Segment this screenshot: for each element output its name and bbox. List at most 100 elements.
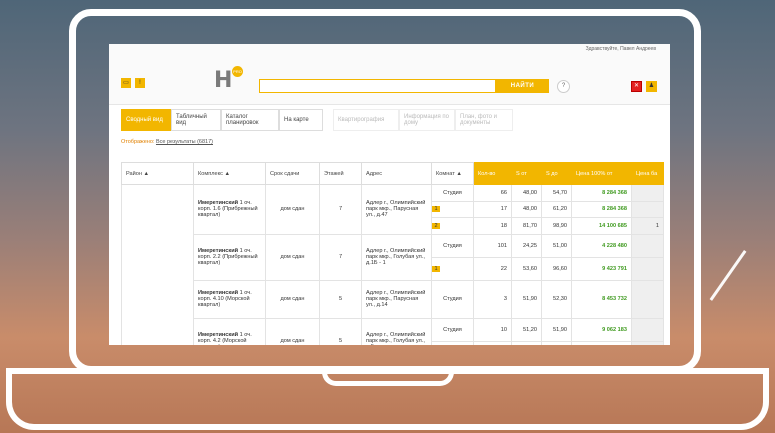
tab-table[interactable]: Табличный вид — [171, 109, 221, 131]
price-cell: 13 254 268 — [571, 340, 632, 345]
base-price-cell — [631, 279, 664, 319]
complex-cell[interactable]: Имеретинский 1 оч. корп. 1.6 (Прибрежный… — [193, 184, 266, 235]
s-from-cell: 53,60 — [511, 256, 542, 281]
top-bar: Здравствуйте, Павел Андреев ▭ ! H PRO НА… — [109, 44, 670, 105]
floors-cell: 5 — [319, 317, 362, 345]
decorative-line — [709, 250, 747, 301]
view-tabs: Сводный вид Табличный вид Каталог планир… — [121, 109, 513, 131]
close-icon[interactable]: ✕ — [631, 81, 642, 92]
s-from-cell: 48,00 — [511, 200, 542, 219]
help-icon[interactable]: ? — [557, 80, 570, 93]
floors-cell: 7 — [319, 184, 362, 235]
deadline-cell: дом сдан — [265, 233, 320, 281]
count-cell: 22 — [473, 256, 512, 281]
s-from-cell: 51,90 — [511, 279, 542, 319]
count-cell: 17 — [473, 200, 512, 219]
price-cell: 8 453 732 — [571, 279, 632, 319]
col-price-base[interactable]: Цена ба — [631, 162, 664, 185]
tab-map[interactable]: На карте — [279, 109, 323, 131]
col-deadline[interactable]: Срок сдачи — [265, 162, 320, 185]
s-to-cell: 98,90 — [541, 217, 572, 235]
s-from-cell: 51,20 — [511, 317, 542, 342]
complex-cell[interactable]: Имеретинский 1 оч. корп. 2.2 (Прибрежный… — [193, 233, 266, 281]
laptop-screen: Здравствуйте, Павел Андреев ▭ ! H PRO НА… — [109, 44, 670, 345]
table-row[interactable]: Имеретинский 1 оч. корп. 4.10 (Морской к… — [122, 279, 664, 319]
col-price-full[interactable]: Цена 100% от — [571, 162, 632, 185]
address-cell: Адлер г., Олимпийский парк мкр., Голубая… — [361, 317, 432, 345]
logo-badge: PRO — [232, 66, 243, 77]
tab-catalog[interactable]: Каталог планировок — [221, 109, 279, 131]
count-cell: 2 — [473, 340, 512, 345]
laptop-hinge — [322, 372, 454, 386]
base-price-cell: 1 — [631, 217, 664, 235]
deadline-cell: дом сдан — [265, 184, 320, 235]
table-row[interactable]: Имеретинский 1 оч. корп. 2.2 (Прибрежный… — [122, 233, 664, 281]
base-price-cell: 1 — [631, 340, 664, 345]
tab-apartments[interactable]: Квартирография — [333, 109, 399, 131]
rooms-tag[interactable]: 2 — [432, 223, 440, 230]
base-price-cell — [631, 317, 664, 342]
tab-summary[interactable]: Сводный вид — [121, 109, 171, 131]
user-icon[interactable]: ♟ — [646, 81, 657, 92]
district-cell — [121, 184, 194, 345]
shown-results: Отображено: Все результаты (6817) — [121, 139, 213, 145]
s-from-cell: 72,40 — [511, 340, 542, 345]
rooms-cell: Студия — [431, 184, 474, 202]
search-input[interactable] — [259, 79, 496, 93]
count-cell: 10 — [473, 317, 512, 342]
deadline-cell: дом сдан — [265, 279, 320, 319]
s-to-cell: 51,90 — [541, 317, 572, 342]
rooms-cell: 2 — [431, 217, 474, 235]
address-cell: Адлер г., Олимпийский парк мкр., Голубая… — [361, 233, 432, 281]
col-address[interactable]: Адрес — [361, 162, 432, 185]
rooms-cell: 1 — [431, 256, 474, 281]
floors-cell: 7 — [319, 233, 362, 281]
table-row[interactable]: Имеретинский 1 оч. корп. 4.2 (Морской кв… — [122, 317, 664, 345]
all-results-link[interactable]: Все результаты (6817) — [156, 139, 213, 145]
table-row[interactable]: Имеретинский 1 оч. корп. 1.6 (Прибрежный… — [121, 184, 664, 345]
price-cell: 4 228 480 — [571, 233, 632, 258]
rooms-tag[interactable]: 1 — [432, 206, 440, 213]
s-to-cell: 96,60 — [541, 256, 572, 281]
price-cell: 8 284 368 — [571, 184, 632, 202]
price-cell: 9 062 183 — [571, 317, 632, 342]
price-cell: 9 423 791 — [571, 256, 632, 281]
table-header: Район ▲ Комплекс ▲ Срок сдачи Этажей Адр… — [121, 162, 664, 185]
s-to-cell: 52,30 — [541, 279, 572, 319]
tab-house-info[interactable]: Информация по дому — [399, 109, 455, 131]
rooms-tag[interactable]: 1 — [432, 265, 440, 272]
greeting-text: Здравствуйте, Павел Андреев — [585, 46, 656, 52]
col-district[interactable]: Район ▲ — [121, 162, 194, 185]
base-price-cell — [631, 233, 664, 258]
base-price-cell — [631, 184, 664, 202]
logo: H — [214, 68, 233, 93]
price-cell: 8 284 368 — [571, 200, 632, 219]
s-to-cell: 51,00 — [541, 233, 572, 258]
s-from-cell: 24,25 — [511, 233, 542, 258]
deadline-cell: дом сдан — [265, 317, 320, 345]
rooms-cell: 1 — [431, 200, 474, 219]
s-from-cell: 81,70 — [511, 217, 542, 235]
col-count[interactable]: Кол-во — [473, 162, 512, 185]
s-to-cell: 61,20 — [541, 200, 572, 219]
col-rooms[interactable]: Комнат ▲ — [431, 162, 474, 185]
floors-cell: 5 — [319, 279, 362, 319]
address-cell: Адлер г., Олимпийский парк мкр., Парусна… — [361, 279, 432, 319]
complex-cell[interactable]: Имеретинский 1 оч. корп. 4.2 (Морской кв… — [193, 317, 266, 345]
results-table: Район ▲ Комплекс ▲ Срок сдачи Этажей Адр… — [121, 162, 664, 345]
rooms-cell: Студия — [431, 317, 474, 342]
tab-documents[interactable]: План, фото и документы — [455, 109, 513, 131]
col-floors[interactable]: Этажей — [319, 162, 362, 185]
search-button[interactable]: НАЙТИ — [496, 79, 549, 93]
complex-cell[interactable]: Имеретинский 1 оч. корп. 4.10 (Морской к… — [193, 279, 266, 319]
col-s-to[interactable]: S до — [541, 162, 572, 185]
window-icon[interactable]: ▭ — [121, 78, 131, 88]
col-complex[interactable]: Комплекс ▲ — [193, 162, 266, 185]
s-from-cell: 48,00 — [511, 184, 542, 202]
alert-icon[interactable]: ! — [135, 78, 145, 88]
count-cell: 101 — [473, 233, 512, 258]
s-to-cell: 86,50 — [541, 340, 572, 345]
col-s-from[interactable]: S от — [511, 162, 542, 185]
s-to-cell: 54,70 — [541, 184, 572, 202]
address-cell: Адлер г., Олимпийский парк мкр., Парусна… — [361, 184, 432, 235]
